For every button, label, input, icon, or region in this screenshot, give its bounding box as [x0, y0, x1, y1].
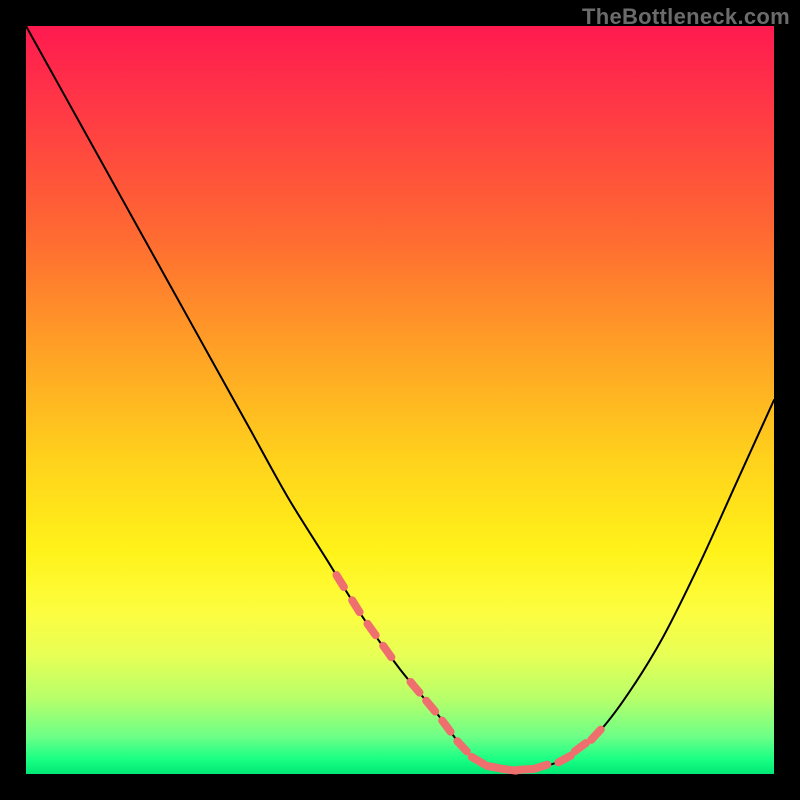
bottleneck-curve-plot [26, 26, 774, 774]
highlight-dash [368, 624, 376, 635]
highlight-dash [383, 646, 391, 657]
highlight-dash [591, 730, 600, 740]
highlight-dash [352, 600, 359, 612]
highlight-dash [336, 575, 343, 587]
highlight-dash [518, 769, 532, 770]
highlight-dash [426, 701, 435, 712]
watermark-text: TheBottleneck.com [582, 4, 790, 30]
highlight-dash [487, 766, 501, 769]
highlight-dash [457, 741, 466, 751]
highlight-dash [534, 765, 547, 769]
highlight-dash [472, 757, 484, 764]
bottleneck-curve [26, 26, 774, 770]
highlight-dash [410, 682, 419, 693]
highlight-dash [442, 721, 450, 732]
highlight-dash [575, 743, 586, 751]
chart-frame [26, 26, 774, 774]
highlight-dash [558, 756, 570, 763]
highlight-dashes [336, 575, 600, 771]
